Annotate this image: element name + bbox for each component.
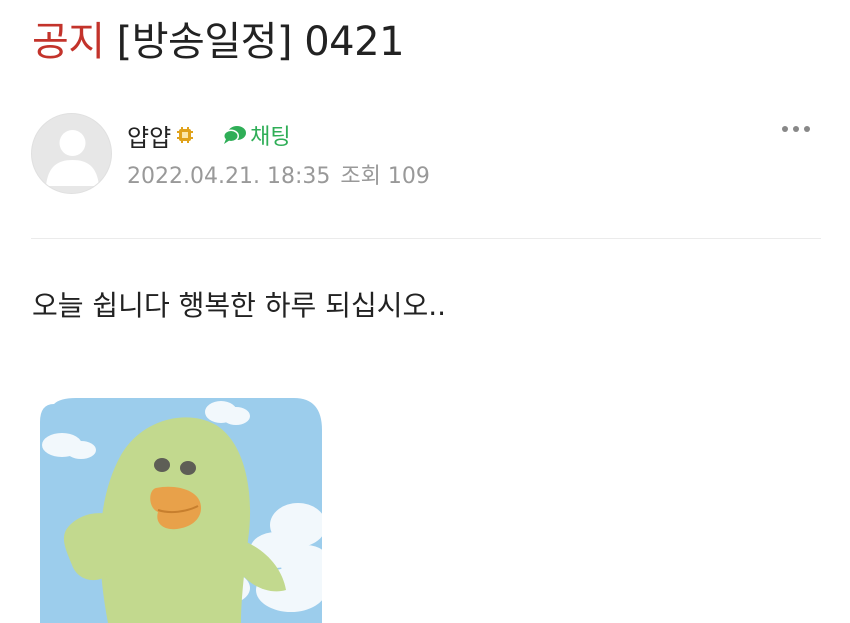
default-profile-icon	[46, 130, 99, 186]
post-title: [방송일정] 0421	[116, 19, 405, 65]
author-row: 얍얍 채팅	[127, 118, 291, 152]
notice-tag: 공지	[32, 19, 105, 65]
more-dot	[793, 126, 799, 132]
view-count: 조회 109	[340, 164, 430, 189]
post-body: 오늘 쉽니다 행복한 하루 되십시오..	[32, 289, 447, 322]
author-avatar[interactable]	[31, 113, 112, 194]
post-title-row: 공지 [방송일정] 0421	[32, 14, 405, 70]
speech-bubble-icon	[223, 126, 247, 144]
chat-label: 채팅	[250, 125, 291, 150]
more-options-button[interactable]	[782, 126, 810, 132]
more-dot	[804, 126, 810, 132]
author-name[interactable]: 얍얍	[127, 118, 171, 153]
post-date: 2022.04.21. 18:35	[127, 164, 331, 189]
more-dot	[782, 126, 788, 132]
post-meta: 2022.04.21. 18:35 조회 109	[127, 158, 430, 190]
duck-sticker-image	[40, 398, 322, 623]
divider	[31, 238, 821, 239]
chat-button[interactable]: 채팅	[222, 119, 291, 151]
member-grade-icon	[177, 127, 194, 143]
